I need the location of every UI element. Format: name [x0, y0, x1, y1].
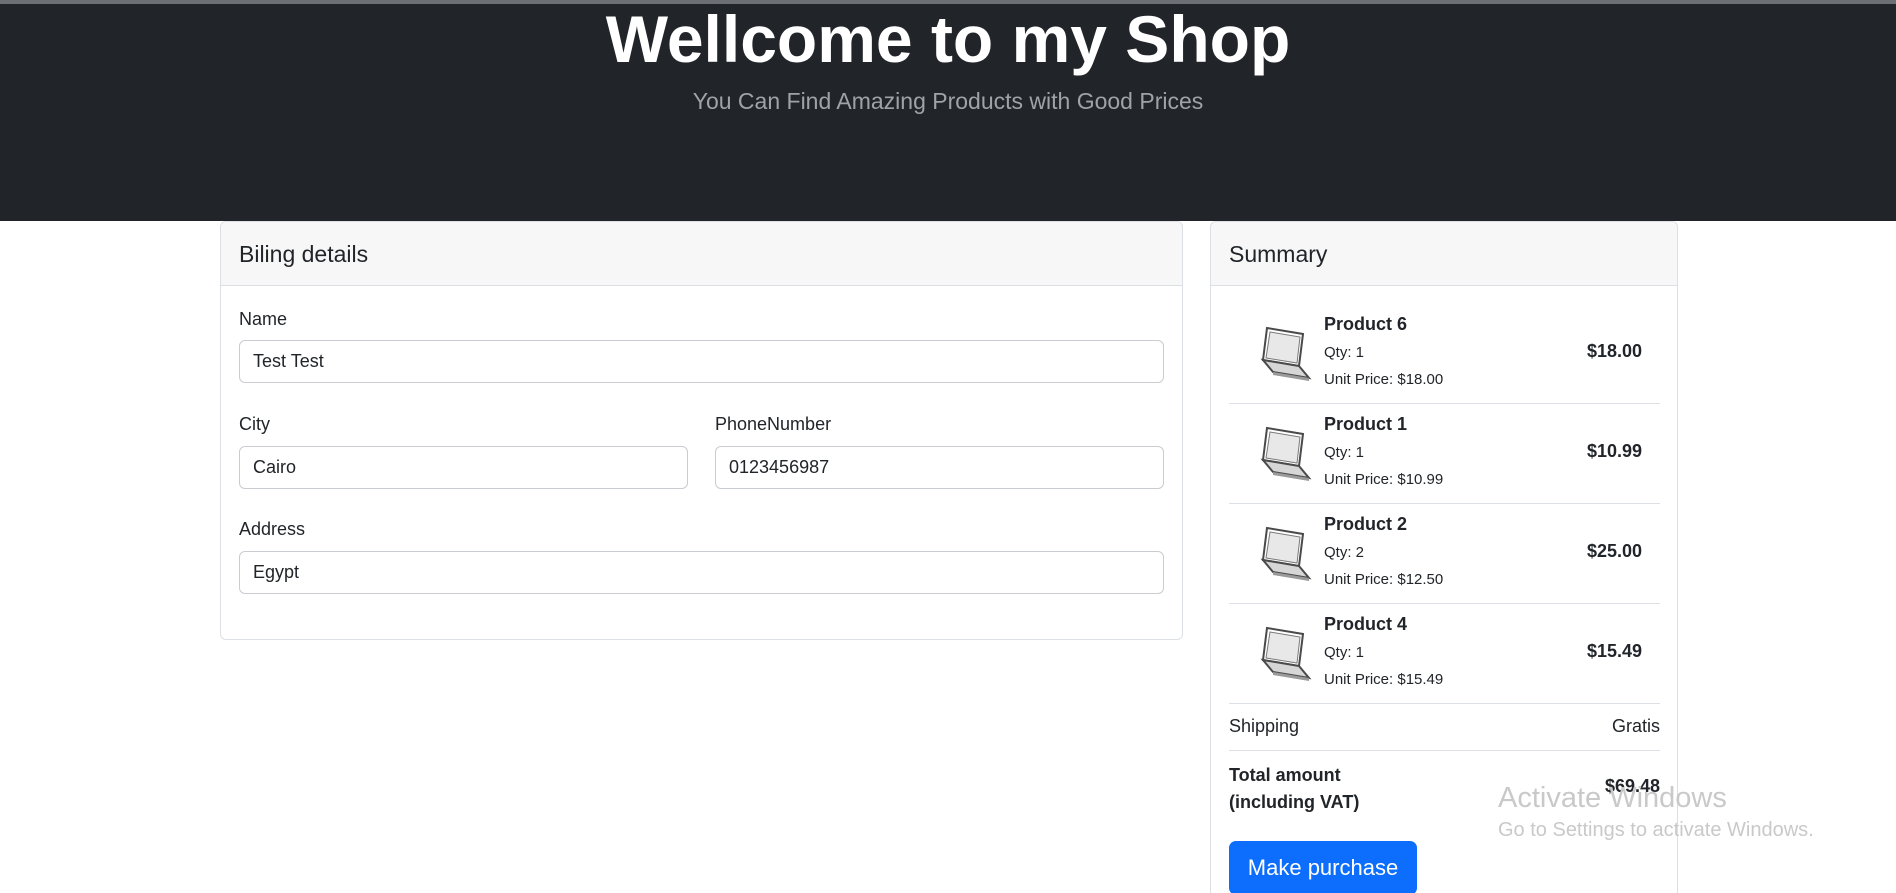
- product-name: Product 1: [1324, 414, 1408, 434]
- total-label: Total amount (including VAT): [1229, 765, 1360, 812]
- summary-item: Product 1 Qty: 1 Unit Price: $10.99 $10.…: [1229, 404, 1660, 504]
- total-row: Total amount (including VAT) $69.48: [1229, 762, 1660, 822]
- shipping-value: Gratis: [1611, 716, 1660, 736]
- product-price: $25.00: [1586, 541, 1642, 561]
- name-label: Name: [239, 309, 288, 329]
- summary-card: Summary Product 6 Qty: 1 Unit Price: $18…: [1210, 221, 1678, 893]
- address-label: Address: [239, 519, 306, 539]
- phone-label: PhoneNumber: [715, 414, 832, 434]
- page-subtitle: You Can Find Amazing Products with Good …: [692, 88, 1204, 114]
- city-field[interactable]: [239, 446, 688, 489]
- hero-banner: Wellcome to my Shop You Can Find Amazing…: [0, 0, 1896, 221]
- address-field[interactable]: [239, 551, 1164, 594]
- product-name: Product 6: [1324, 314, 1408, 334]
- product-qty: Qty: 1: [1324, 644, 1365, 661]
- product-unit-price: Unit Price: $12.50: [1324, 571, 1444, 588]
- total-value: $69.48: [1604, 776, 1660, 796]
- billing-card: Biling details Name City PhoneNumber Add…: [220, 221, 1183, 640]
- summary-title: Summary: [1211, 222, 1677, 286]
- product-unit-price: Unit Price: $18.00: [1324, 371, 1444, 388]
- product-unit-price: Unit Price: $15.49: [1324, 671, 1444, 688]
- shipping-row: Shipping Gratis: [1229, 704, 1660, 751]
- product-qty: Qty: 1: [1324, 344, 1365, 361]
- billing-title: Biling details: [221, 222, 1182, 286]
- product-qty: Qty: 1: [1324, 444, 1365, 461]
- laptop-icon: [1260, 526, 1312, 581]
- product-unit-price: Unit Price: $10.99: [1324, 471, 1444, 488]
- phone-field[interactable]: [715, 446, 1164, 489]
- product-qty: Qty: 2: [1324, 544, 1365, 561]
- summary-item: Product 6 Qty: 1 Unit Price: $18.00 $18.…: [1229, 304, 1660, 404]
- make-purchase-button[interactable]: Make purchase: [1229, 841, 1417, 893]
- page-title: Wellcome to my Shop: [605, 2, 1291, 76]
- city-label: City: [239, 414, 270, 434]
- product-price: $15.49: [1586, 641, 1642, 661]
- summary-item: Product 4 Qty: 1 Unit Price: $15.49 $15.…: [1229, 604, 1660, 704]
- laptop-icon: [1260, 326, 1312, 381]
- product-price: $10.99: [1586, 441, 1642, 461]
- product-name: Product 2: [1324, 514, 1408, 534]
- laptop-icon: [1260, 426, 1312, 481]
- name-field[interactable]: [239, 340, 1164, 383]
- summary-item: Product 2 Qty: 2 Unit Price: $12.50 $25.…: [1229, 504, 1660, 604]
- product-price: $18.00: [1586, 341, 1642, 361]
- product-name: Product 4: [1324, 614, 1408, 634]
- shipping-label: Shipping: [1229, 716, 1300, 736]
- laptop-icon: [1260, 626, 1312, 681]
